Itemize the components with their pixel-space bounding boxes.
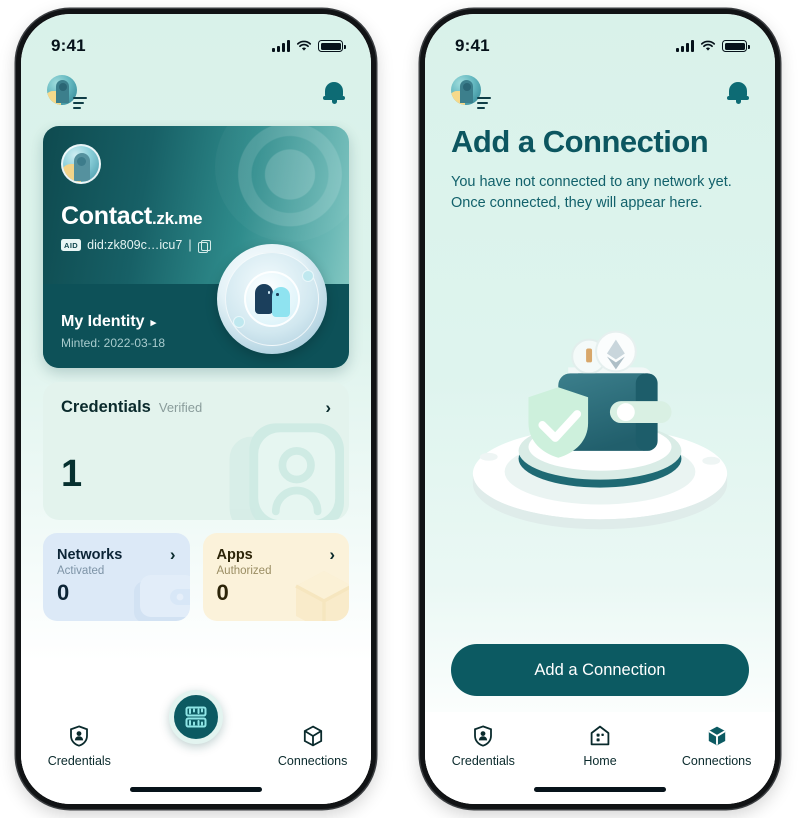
medallion-dot	[233, 316, 245, 328]
identity-card[interactable]: Contact.zk.me AID did:zk809c…icu7 | My I…	[43, 126, 349, 368]
status-bar-time: 9:41	[455, 36, 490, 55]
credential-cards-watermark-icon	[229, 423, 344, 520]
apps-title: Apps	[216, 546, 253, 563]
face-silhouette-light-icon	[272, 287, 290, 317]
shield-person-icon	[474, 725, 493, 747]
identity-medallion	[217, 244, 327, 354]
status-bar-time: 9:41	[51, 36, 86, 55]
identity-name-suffix: .zk.me	[151, 209, 203, 228]
home-icon	[590, 725, 610, 746]
identity-avatar	[61, 144, 101, 184]
connections-content: Add a Connection You have not connected …	[425, 120, 775, 712]
empty-state-illustration	[451, 208, 749, 644]
status-bar-icons	[676, 40, 750, 52]
copy-icon[interactable]	[197, 239, 211, 253]
bottom-tab-bar: Credentials Home Connections	[425, 712, 775, 804]
screenshot-stage: 9:41 Contact.zk.me AID did:zk809c…icu7 |…	[0, 0, 800, 818]
home-screen: 9:41 Contact.zk.me AID did:zk809c…icu7 |…	[21, 14, 371, 804]
did-value: did:zk809c…icu7	[87, 238, 183, 252]
identity-name: Contact.zk.me	[61, 202, 203, 230]
caret-right-icon: ▸	[150, 316, 157, 329]
identity-card-footer: My Identity ▸ Minted: 2022-03-18	[61, 313, 165, 350]
cube-node-icon	[708, 726, 725, 746]
description-line-1: You have not connected to any network ye…	[451, 174, 732, 190]
card-swirl-decoration	[215, 126, 349, 242]
networks-title: Networks	[57, 546, 123, 563]
tab-connections-label: Connections	[277, 754, 348, 768]
medallion-core	[244, 271, 300, 327]
home-content: Contact.zk.me AID did:zk809c…icu7 | My I…	[21, 120, 371, 712]
page-title: Add a Connection	[451, 124, 709, 159]
aid-badge: AID	[61, 239, 82, 251]
tab-credentials[interactable]: Credentials	[437, 724, 529, 768]
add-connection-button[interactable]: Add a Connection	[451, 644, 749, 696]
profile-avatar-logo[interactable]	[47, 75, 87, 109]
my-identity-label: My Identity	[61, 313, 145, 330]
wallet-icon	[133, 575, 190, 621]
my-identity-link[interactable]: My Identity ▸	[61, 313, 165, 331]
stat-card-row: Networks › Activated 0 Apps › Authorized…	[43, 533, 349, 621]
minted-date: Minted: 2022-03-18	[61, 336, 166, 350]
phone-mockup-home: 9:41 Contact.zk.me AID did:zk809c…icu7 |…	[16, 9, 376, 809]
did-separator: |	[188, 238, 192, 252]
profile-avatar-logo[interactable]	[451, 75, 491, 109]
qr-scan-button[interactable]	[169, 690, 223, 744]
home-indicator	[130, 787, 262, 792]
connections-screen: 9:41 Add a Connection You have not conne…	[425, 14, 775, 804]
battery-icon	[722, 40, 750, 52]
tab-home[interactable]: Home	[554, 724, 646, 768]
cta-container: Add a Connection	[451, 644, 749, 712]
credentials-card[interactable]: Credentials Verified › 1	[43, 382, 349, 520]
cellular-signal-icon	[272, 40, 290, 52]
tab-home-label: Home	[583, 754, 617, 768]
apps-card[interactable]: Apps › Authorized 0	[202, 533, 349, 621]
cellular-signal-icon	[676, 40, 694, 52]
bell-icon[interactable]	[323, 80, 345, 104]
chevron-right-icon[interactable]: ›	[170, 546, 176, 563]
status-bar-icons	[272, 40, 346, 52]
credentials-count: 1	[61, 453, 83, 495]
app-header	[21, 64, 371, 120]
networks-card[interactable]: Networks › Activated 0	[43, 533, 190, 621]
tab-connections[interactable]: Connections	[267, 724, 359, 768]
menu-lines-icon	[73, 95, 87, 109]
status-bar: 9:41	[425, 14, 775, 64]
tab-credentials[interactable]: Credentials	[33, 724, 125, 768]
credentials-title: Credentials	[61, 398, 151, 416]
tab-credentials-label: Credentials	[451, 754, 515, 768]
menu-lines-icon	[477, 95, 491, 109]
bottom-tab-bar: Credentials Connections	[21, 690, 371, 804]
chevron-right-icon[interactable]: ›	[329, 546, 335, 563]
home-indicator	[534, 787, 666, 792]
cube-icon	[295, 571, 349, 621]
medallion-dot	[302, 270, 314, 282]
credentials-subtitle: Verified	[158, 400, 203, 415]
tab-connections[interactable]: Connections	[671, 724, 763, 768]
cube-node-icon	[303, 725, 322, 747]
phone-mockup-connections: 9:41 Add a Connection You have not conne…	[420, 9, 780, 809]
shield-person-icon	[70, 725, 89, 747]
face-silhouette-dark-icon	[255, 284, 273, 314]
bell-icon[interactable]	[727, 80, 749, 104]
wallet-podium-3d-icon	[472, 330, 728, 530]
tab-connections-label: Connections	[681, 754, 752, 768]
qr-scan-icon	[185, 706, 207, 728]
wifi-icon	[296, 40, 312, 51]
app-header	[425, 64, 775, 120]
tab-credentials-label: Credentials	[47, 754, 111, 768]
status-bar: 9:41	[21, 14, 371, 64]
battery-icon	[318, 40, 346, 52]
identity-did-row[interactable]: AID did:zk809c…icu7 |	[61, 238, 211, 253]
wifi-icon	[700, 40, 716, 51]
